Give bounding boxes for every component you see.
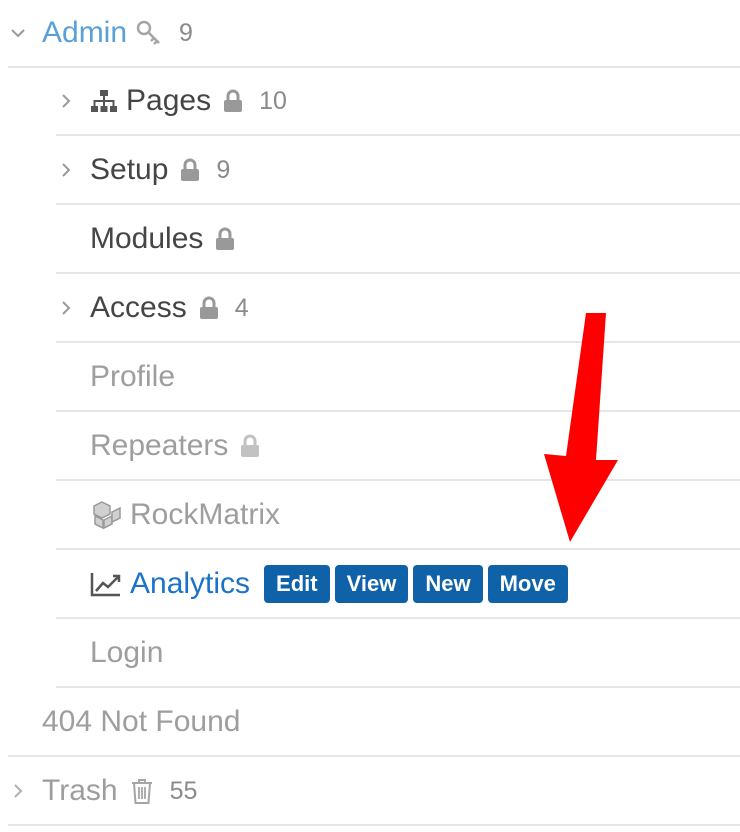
chevron-down-icon[interactable] (8, 28, 28, 38)
tree-item-label[interactable]: Setup (90, 155, 168, 185)
tree-item-label[interactable]: Profile (90, 362, 175, 392)
child-count: 10 (259, 86, 287, 115)
tree-item-label[interactable]: Analytics (130, 569, 250, 599)
lock-icon (199, 296, 219, 320)
chevron-right-icon[interactable] (56, 93, 76, 109)
tree-item-trash[interactable]: Trash 55 (8, 758, 740, 826)
edit-button[interactable]: Edit (264, 565, 330, 603)
red-arrow-down-icon (544, 313, 618, 542)
child-count: 55 (169, 776, 198, 805)
line-chart-icon (90, 571, 122, 597)
tree-item-label[interactable]: Login (90, 638, 163, 668)
tree-item-setup[interactable]: Setup 9 (56, 137, 740, 205)
tree-item-404-not-found[interactable]: 404 Not Found (8, 689, 740, 757)
tree-item-label[interactable]: Trash (42, 776, 118, 806)
tree-item-login[interactable]: Login (56, 620, 740, 688)
tree-item-admin[interactable]: Admin 9 (8, 0, 740, 68)
tree-item-label[interactable]: 404 Not Found (42, 707, 240, 737)
new-button[interactable]: New (413, 565, 483, 603)
view-button[interactable]: View (334, 565, 409, 603)
lock-icon (180, 158, 200, 182)
lock-icon (223, 89, 243, 113)
chevron-right-icon[interactable] (56, 300, 76, 316)
tree-item-label[interactable]: RockMatrix (130, 500, 280, 530)
child-count: 9 (179, 18, 193, 47)
tree-item-label[interactable]: Access (90, 293, 187, 323)
lock-icon (215, 227, 235, 251)
tree-item-pages[interactable]: Pages 10 (56, 68, 740, 136)
tree-item-repeaters[interactable]: Repeaters (56, 413, 740, 481)
move-button[interactable]: Move (487, 565, 568, 603)
trash-icon (130, 777, 154, 805)
tree-item-analytics[interactable]: Analytics Edit View New Move (56, 551, 740, 619)
tree-item-rockmatrix[interactable]: RockMatrix (56, 482, 740, 550)
tree-item-label[interactable]: Admin (42, 18, 127, 48)
sitemap-icon (90, 89, 118, 113)
tree-item-label[interactable]: Pages (126, 86, 211, 116)
tree-item-modules[interactable]: Modules (56, 206, 740, 274)
chevron-right-icon[interactable] (56, 162, 76, 178)
tree-item-label[interactable]: Modules (90, 224, 203, 254)
child-count: 9 (216, 155, 231, 184)
lock-icon (240, 434, 260, 458)
child-count: 4 (234, 293, 249, 322)
tree-item-profile[interactable]: Profile (56, 344, 740, 412)
tree-item-label[interactable]: Repeaters (90, 431, 228, 461)
chevron-right-icon[interactable] (8, 783, 28, 799)
key-icon (135, 19, 163, 47)
cubes-icon (90, 500, 126, 530)
tree-item-access[interactable]: Access 4 (56, 275, 740, 343)
